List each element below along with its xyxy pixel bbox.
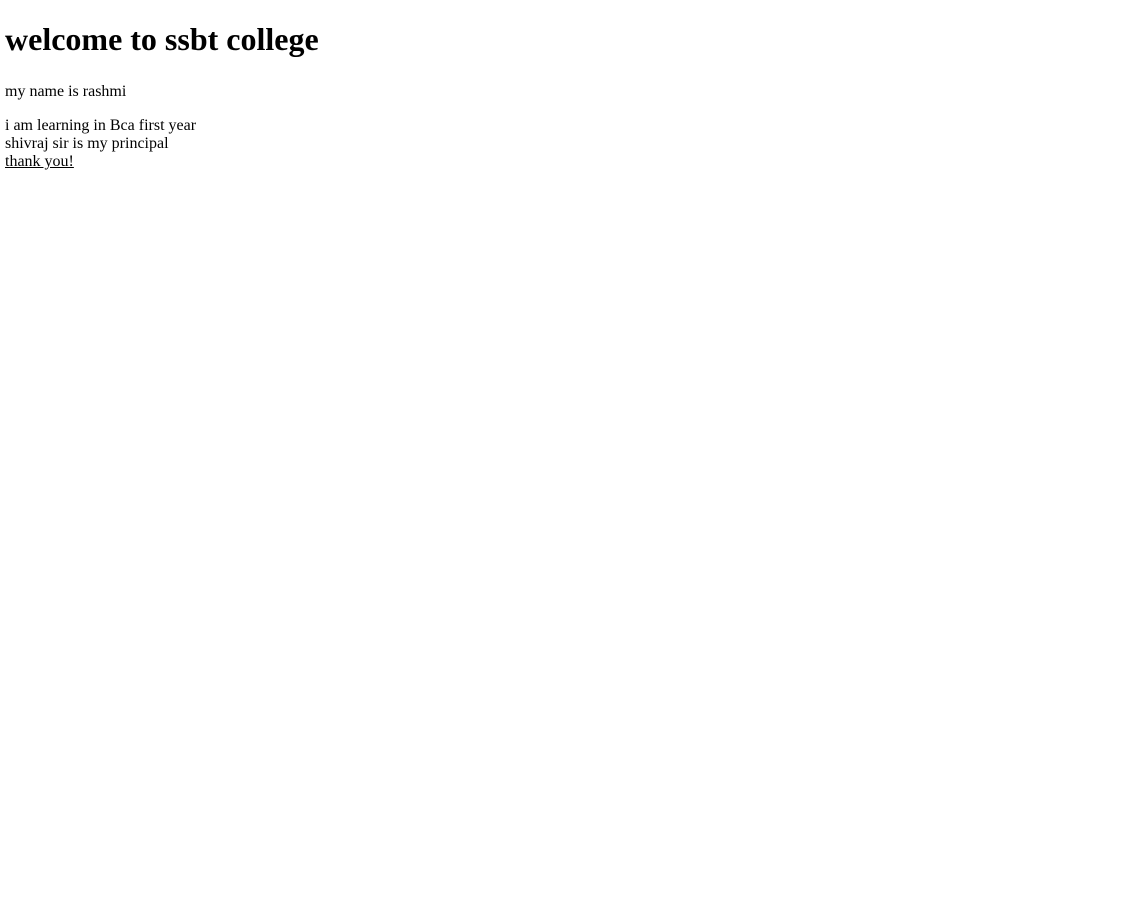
intro-name-paragraph: my name is rashmi <box>5 83 1137 101</box>
learning-text: i am learning in Bca first year <box>5 117 197 134</box>
page-title: welcome to ssbt college <box>5 21 319 57</box>
principal-text: shivraj sir is my principal <box>5 135 169 152</box>
thank-you-text: thank you! <box>5 153 74 170</box>
thank-you-line: thank you! <box>5 153 1137 171</box>
page-content: welcome to ssbt college my name is rashm… <box>0 0 1142 910</box>
details-paragraph: i am learning in Bca first year shivraj … <box>5 117 1137 171</box>
name-text: my name is rashmi <box>5 83 127 100</box>
